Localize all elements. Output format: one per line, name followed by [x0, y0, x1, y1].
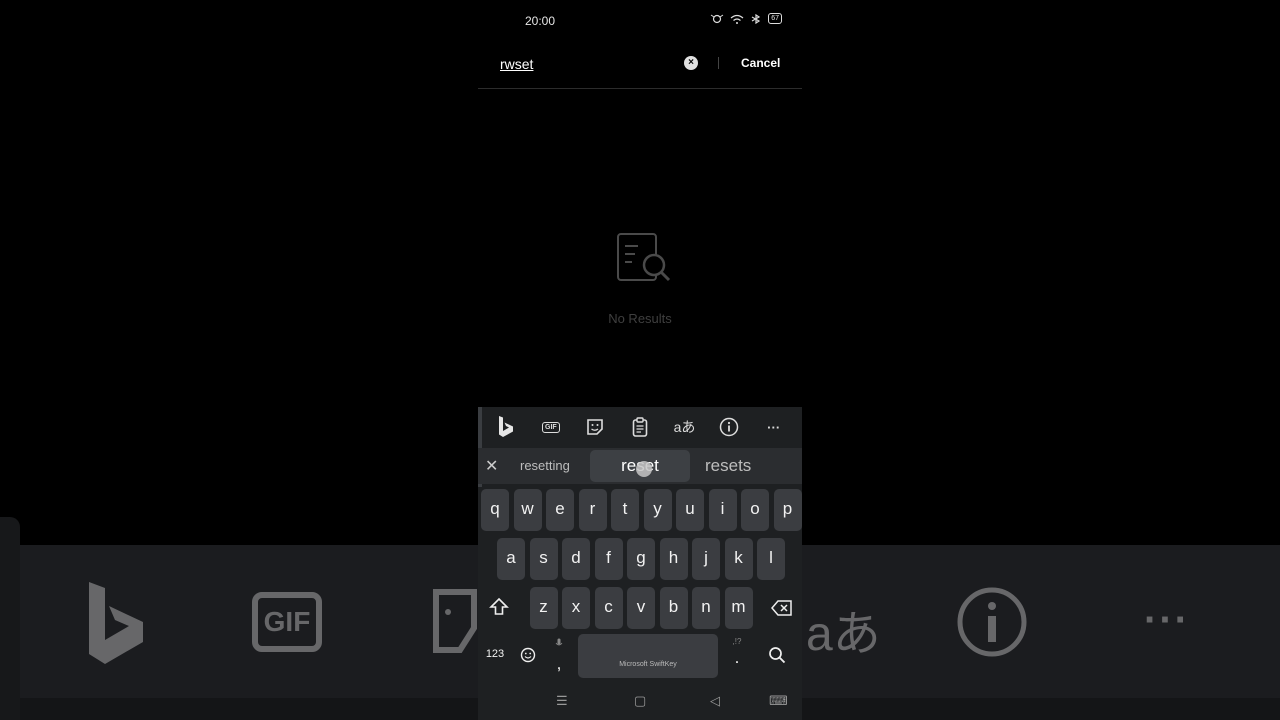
clear-search-icon[interactable]: × — [684, 56, 698, 70]
search-divider — [718, 57, 719, 69]
status-bar: 20:00 67 — [478, 0, 802, 40]
key-row-2: a s d f g h j k l — [478, 538, 802, 580]
touch-indicator — [636, 461, 652, 477]
keyboard-icon[interactable]: ⌨ — [769, 693, 788, 709]
key[interactable]: o — [741, 489, 769, 531]
key-row-4: 123 , Microsoft SwiftKey ,!? . — [478, 634, 802, 678]
status-time: 20:00 — [525, 14, 556, 28]
key[interactable]: w — [513, 489, 542, 531]
key[interactable]: d — [562, 538, 590, 580]
search-input[interactable]: rwset — [500, 56, 533, 72]
backspace-key[interactable] — [766, 587, 798, 629]
phone-screen: 20:00 67 rwset × Cancel No Results GIF a… — [478, 0, 802, 720]
key[interactable]: t — [611, 489, 639, 531]
background-gif-icon: GIF — [252, 592, 322, 652]
comma-key[interactable]: , — [545, 634, 573, 676]
shift-key[interactable] — [485, 587, 513, 629]
key[interactable]: f — [594, 538, 623, 580]
search-key[interactable] — [763, 634, 791, 676]
key[interactable]: l — [757, 538, 785, 580]
keyboard: GIF aあ ··· ✕ resetting reset resets q — [478, 407, 802, 720]
key[interactable]: q — [481, 489, 509, 531]
key-row-1: q w e r t y u i o p — [478, 489, 802, 531]
more-icon[interactable]: ··· — [760, 413, 788, 441]
background-left-tab — [0, 517, 20, 720]
period-key[interactable]: ,!? . — [723, 634, 751, 676]
key[interactable]: g — [627, 538, 655, 580]
suggestion-left[interactable]: resetting — [520, 458, 570, 473]
bluetooth-icon — [751, 13, 761, 24]
sticker-icon[interactable] — [581, 413, 609, 441]
back-icon[interactable]: ◁ — [710, 693, 720, 709]
battery-icon: 67 — [768, 13, 782, 24]
clipboard-icon[interactable] — [626, 413, 654, 441]
key[interactable]: x — [562, 587, 590, 629]
wifi-icon — [730, 14, 744, 24]
background-more-icon: ··· — [1144, 598, 1190, 642]
gif-icon[interactable]: GIF — [537, 413, 565, 441]
document-search-icon — [617, 233, 671, 282]
key-row-3: z x c v b n m — [478, 587, 802, 629]
key[interactable]: s — [529, 538, 558, 580]
emoji-icon — [520, 647, 536, 663]
status-icons: 67 — [710, 13, 782, 24]
info-icon[interactable] — [715, 413, 743, 441]
navigation-bar: ☰ ▢ ◁ ⌨ — [478, 687, 802, 720]
translate-icon[interactable]: aあ — [671, 413, 699, 441]
key[interactable]: i — [708, 489, 737, 531]
comma-label: , — [556, 654, 562, 673]
key[interactable]: h — [659, 538, 688, 580]
no-results-text: No Results — [608, 311, 672, 326]
numbers-key[interactable]: 123 — [481, 634, 509, 676]
key[interactable]: e — [546, 489, 574, 531]
search-bar: rwset × Cancel — [478, 44, 802, 89]
alarm-icon — [710, 14, 724, 23]
menu-icon[interactable]: ☰ — [556, 693, 568, 709]
bing-icon[interactable] — [492, 413, 520, 441]
space-key[interactable]: Microsoft SwiftKey — [578, 634, 718, 678]
suggestion-right[interactable]: resets — [705, 456, 751, 476]
key[interactable]: y — [643, 489, 672, 531]
key[interactable]: j — [692, 538, 720, 580]
key[interactable]: n — [692, 587, 720, 629]
emoji-key[interactable] — [514, 634, 542, 676]
key[interactable]: a — [497, 538, 525, 580]
home-icon[interactable]: ▢ — [634, 693, 646, 709]
close-suggestions-icon[interactable]: ✕ — [485, 456, 498, 476]
keyboard-toolbar: GIF aあ ··· — [478, 407, 802, 447]
gif-label: GIF — [542, 421, 560, 433]
key[interactable]: k — [724, 538, 753, 580]
key[interactable]: z — [529, 587, 558, 629]
key[interactable]: u — [676, 489, 704, 531]
cancel-button[interactable]: Cancel — [741, 56, 780, 70]
shift-icon — [489, 597, 509, 615]
key[interactable]: b — [659, 587, 688, 629]
background-sticker-icon — [433, 589, 477, 653]
key[interactable]: p — [773, 489, 802, 531]
key[interactable]: c — [594, 587, 623, 629]
search-icon — [769, 647, 786, 664]
backspace-icon — [771, 600, 792, 616]
background-info-icon — [957, 587, 1027, 657]
background-bing-icon — [89, 582, 143, 664]
key[interactable]: r — [578, 489, 607, 531]
key[interactable]: v — [627, 587, 655, 629]
background-translate-icon: aあ — [806, 608, 881, 661]
period-label: . — [734, 648, 740, 667]
